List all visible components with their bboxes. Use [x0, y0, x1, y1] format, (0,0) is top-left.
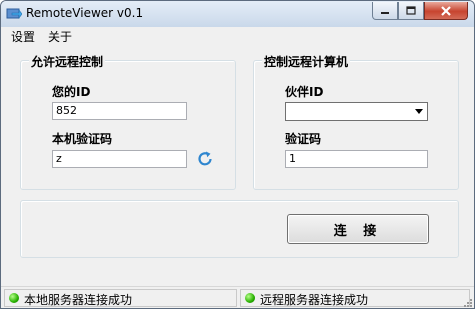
- maximize-icon: [406, 6, 416, 15]
- remote-arrow-icon: [6, 8, 22, 19]
- chevron-down-icon: [414, 109, 423, 114]
- local-status-text: 本地服务器连接成功: [24, 293, 133, 307]
- local-code-label: 本机验证码: [52, 132, 113, 146]
- local-code-field[interactable]: z: [52, 150, 187, 168]
- your-id-label: 您的ID: [52, 85, 91, 99]
- allow-remote-group: 允许远程控制 您的ID 852 本机验证码 z: [20, 53, 236, 190]
- window-title: RemoteViewer v0.1: [26, 6, 144, 20]
- verify-code-field[interactable]: 1: [285, 150, 428, 168]
- local-status-led-icon: [9, 293, 19, 303]
- main-panel: 允许远程控制 您的ID 852 本机验证码 z 控制远程计算机 伙伴ID 验证码…: [1, 45, 474, 286]
- resize-grip-icon[interactable]: [463, 298, 473, 308]
- app-window: RemoteViewer v0.1 设置 关于 允许远程控制 您的ID 852 …: [0, 0, 475, 309]
- refresh-icon[interactable]: [196, 150, 214, 168]
- verify-code-label: 验证码: [285, 132, 322, 146]
- partner-id-label: 伙伴ID: [285, 85, 324, 99]
- minimize-icon: [381, 11, 389, 14]
- status-bar: 本地服务器连接成功 远程服务器连接成功: [1, 286, 474, 308]
- maximize-button[interactable]: [398, 2, 424, 20]
- your-id-field[interactable]: 852: [52, 102, 187, 120]
- menu-settings[interactable]: 设置: [11, 28, 35, 45]
- menu-bar: 设置 关于: [1, 27, 474, 45]
- dropdown-button[interactable]: [410, 103, 427, 120]
- local-status-panel: 本地服务器连接成功: [4, 289, 237, 307]
- connect-group: 连 接: [20, 200, 459, 258]
- remote-status-led-icon: [245, 293, 255, 303]
- minimize-button[interactable]: [372, 2, 398, 20]
- connect-button[interactable]: 连 接: [287, 214, 429, 244]
- remote-status-panel: 远程服务器连接成功: [240, 289, 470, 307]
- close-icon: [441, 5, 451, 16]
- partner-id-select[interactable]: [285, 102, 428, 121]
- close-button[interactable]: [424, 2, 468, 20]
- window-controls: [372, 2, 468, 20]
- control-remote-title: 控制远程计算机: [262, 53, 351, 70]
- menu-about[interactable]: 关于: [48, 28, 72, 45]
- title-bar[interactable]: RemoteViewer v0.1: [1, 1, 474, 27]
- control-remote-group: 控制远程计算机 伙伴ID 验证码 1: [253, 53, 459, 190]
- remote-status-text: 远程服务器连接成功: [260, 293, 369, 307]
- allow-remote-title: 允许远程控制: [29, 53, 106, 70]
